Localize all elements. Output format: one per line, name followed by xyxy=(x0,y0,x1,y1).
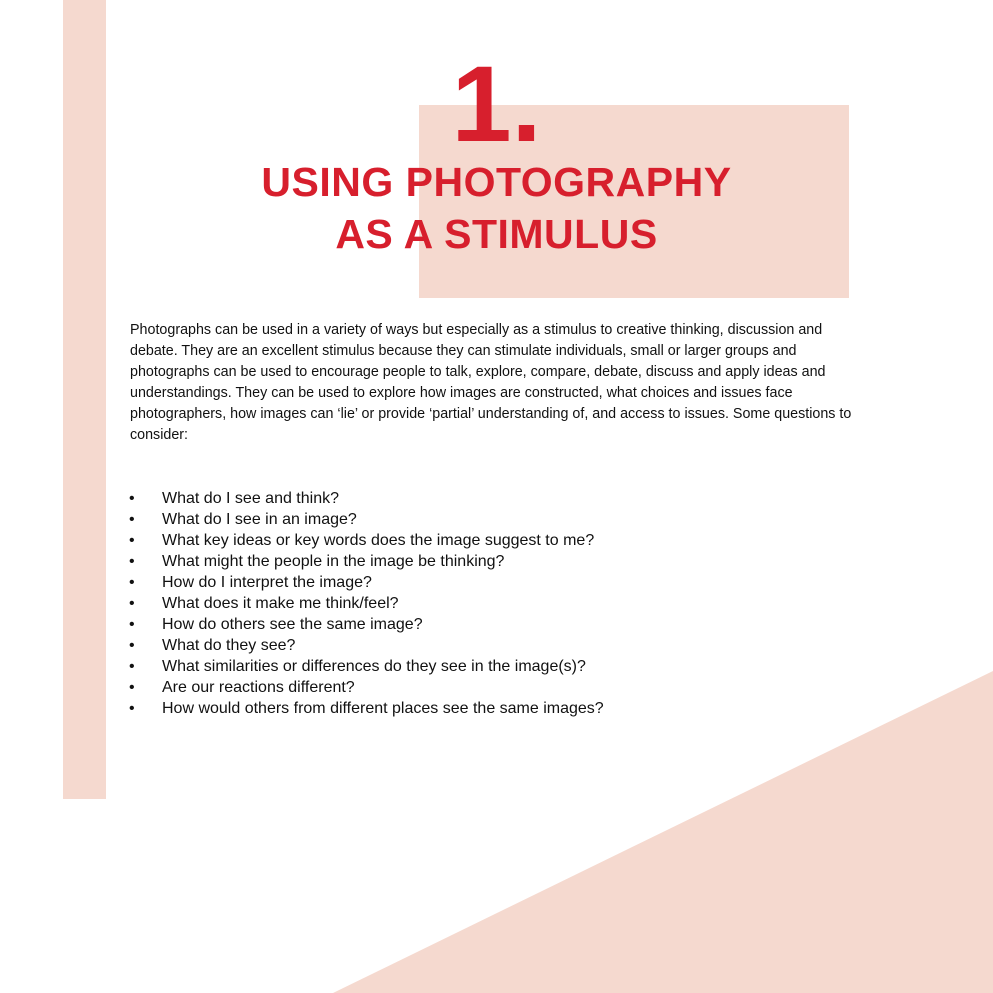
question-text: What does it make me think/feel? xyxy=(162,595,399,612)
triangle-shape xyxy=(333,671,993,993)
bullet-icon: • xyxy=(129,553,135,570)
bullet-icon: • xyxy=(129,637,135,654)
question-item: • How do others see the same image? xyxy=(129,614,889,635)
question-item: • What might the people in the image be t… xyxy=(129,551,889,572)
bullet-icon: • xyxy=(129,490,135,507)
question-text: What similarities or differences do they… xyxy=(162,658,586,675)
question-text: How would others from different places s… xyxy=(162,700,604,717)
question-text: What key ideas or key words does the ima… xyxy=(162,532,595,549)
question-item: • How do I interpret the image? xyxy=(129,572,889,593)
bullet-icon: • xyxy=(129,616,135,633)
question-item: • Are our reactions different? xyxy=(129,677,889,698)
question-item: • What do I see in an image? xyxy=(129,509,889,530)
question-text: How do others see the same image? xyxy=(162,616,423,633)
bullet-icon: • xyxy=(129,511,135,528)
question-item: • What does it make me think/feel? xyxy=(129,593,889,614)
bullet-icon: • xyxy=(129,700,135,717)
question-item: • What do they see? xyxy=(129,635,889,656)
question-text: What might the people in the image be th… xyxy=(162,553,505,570)
question-text: What do I see and think? xyxy=(162,490,339,507)
bullet-icon: • xyxy=(129,532,135,549)
question-text: Are our reactions different? xyxy=(162,679,355,696)
question-list: • What do I see and think? • What do I see… xyxy=(129,488,889,719)
chapter-title-line-2: AS A STIMULUS xyxy=(335,211,658,257)
question-item: • What key ideas or key words does the im… xyxy=(129,530,889,551)
intro-paragraph: Photographs can be used in a variety of … xyxy=(130,322,852,443)
chapter-title-line-1: USING PHOTOGRAPHY xyxy=(261,159,732,205)
bullet-icon: • xyxy=(129,595,135,612)
question-item: • What similarities or differences do the… xyxy=(129,656,889,677)
question-item: • What do I see and think? xyxy=(129,488,889,509)
question-text: What do I see in an image? xyxy=(162,511,357,528)
bullet-icon: • xyxy=(129,658,135,675)
bullet-icon: • xyxy=(129,574,135,591)
question-item: • How would others from different places … xyxy=(129,698,889,719)
question-text: What do they see? xyxy=(162,637,296,654)
chapter-number: 1. xyxy=(451,43,542,164)
bullet-icon: • xyxy=(129,679,135,696)
question-text: How do I interpret the image? xyxy=(162,574,372,591)
